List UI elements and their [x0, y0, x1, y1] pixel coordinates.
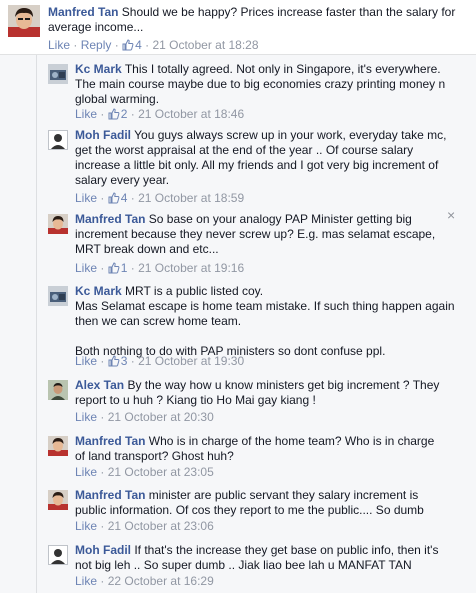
top-comment: Manfred Tan Should we be happy? Prices i… [0, 0, 476, 55]
reply-link[interactable]: Reply [81, 38, 112, 52]
like-count[interactable]: 1 [121, 261, 128, 275]
reply-text: Alex Tan By the way how u know ministers… [75, 378, 440, 407]
like-link[interactable]: Like [75, 261, 97, 275]
avatar-manfred-tan[interactable] [48, 436, 68, 456]
avatar-kc-mark[interactable] [48, 286, 68, 306]
comment-author[interactable]: Alex Tan [75, 378, 124, 392]
avatar-kc-mark[interactable] [48, 64, 68, 84]
comment-timestamp[interactable]: 21 October at 19:30 [138, 354, 244, 368]
like-link[interactable]: Like [75, 191, 97, 205]
comment-timestamp[interactable]: 21 October at 23:05 [108, 465, 214, 479]
comment-author[interactable]: Kc Mark [75, 284, 122, 298]
reply-text: Moh Fadil If that's the increase they ge… [75, 543, 439, 572]
like-count[interactable]: 2 [121, 107, 128, 121]
comment-author[interactable]: Manfred Tan [75, 212, 145, 226]
reply-text: Moh Fadil You guys always screw up in yo… [75, 128, 447, 187]
reply-text: Kc Mark MRT is a public listed coy. Mas … [75, 284, 455, 358]
comment-meta: Like · 1 · 21 October at 19:16 [75, 261, 245, 275]
comment-author[interactable]: Manfred Tan [48, 5, 118, 19]
reply-text: Manfred Tan So base on your analogy PAP … [75, 212, 436, 256]
avatar-manfred-tan[interactable] [8, 5, 40, 37]
avatar-alex-tan[interactable] [48, 380, 68, 400]
comment-meta: Like · 4 · 21 October at 18:59 [75, 191, 245, 205]
reply-text: Kc Mark This I totally agreed. Not only … [75, 62, 446, 106]
reply-text: Manfred Tan minister are public servant … [75, 488, 424, 517]
like-count[interactable]: 4 [121, 191, 128, 205]
comment-author[interactable]: Kc Mark [75, 62, 122, 76]
thumbs-up-icon[interactable] [108, 262, 120, 274]
comment-timestamp[interactable]: 21 October at 18:59 [138, 191, 244, 205]
like-link[interactable]: Like [75, 519, 97, 533]
like-link[interactable]: Like [75, 465, 97, 479]
like-link[interactable]: Like [75, 107, 97, 121]
comment-author[interactable]: Manfred Tan [75, 434, 145, 448]
like-link[interactable]: Like [75, 354, 97, 368]
comment-author[interactable]: Moh Fadil [75, 543, 131, 557]
comment-meta: Like · Reply · 4 · 21 October at 18:28 [48, 38, 259, 52]
like-count[interactable]: 3 [121, 354, 128, 368]
avatar-moh-fadil[interactable] [48, 545, 68, 565]
thumbs-up-icon[interactable] [122, 39, 134, 51]
thumbs-up-icon[interactable] [108, 192, 120, 204]
close-icon[interactable]: × [447, 208, 455, 222]
comment-timestamp[interactable]: 22 October at 16:29 [108, 574, 214, 588]
reply-text: Manfred Tan Who is in charge of the home… [75, 434, 435, 463]
like-link[interactable]: Like [75, 410, 97, 424]
like-link[interactable]: Like [75, 574, 97, 588]
comment-body-continued: average income... [48, 20, 144, 34]
avatar-manfred-tan[interactable] [48, 490, 68, 510]
comment-timestamp[interactable]: 21 October at 18:46 [138, 107, 244, 121]
comment-timestamp[interactable]: 21 October at 23:06 [108, 519, 214, 533]
thumbs-up-icon[interactable] [108, 355, 120, 367]
comment-body: Should we be happy? Prices increase fast… [121, 5, 456, 19]
comment-timestamp[interactable]: 21 October at 19:16 [138, 261, 244, 275]
comment-meta: Like · 21 October at 23:05 [75, 465, 214, 479]
comment-meta: Like · 21 October at 20:30 [75, 410, 214, 424]
comment-meta: Like · 2 · 21 October at 18:46 [75, 107, 245, 121]
like-count[interactable]: 4 [135, 38, 142, 52]
avatar-manfred-tan[interactable] [48, 214, 68, 234]
comment-author[interactable]: Manfred Tan [75, 488, 145, 502]
comment-meta: Like · 21 October at 23:06 [75, 519, 214, 533]
thumbs-up-icon[interactable] [108, 108, 120, 120]
comment-author[interactable]: Moh Fadil [75, 128, 131, 142]
like-link[interactable]: Like [48, 38, 70, 52]
comment-timestamp[interactable]: 21 October at 18:28 [152, 38, 258, 52]
avatar-moh-fadil[interactable] [48, 130, 68, 150]
comment-meta: Like · 22 October at 16:29 [75, 574, 214, 588]
comment-timestamp[interactable]: 21 October at 20:30 [108, 410, 214, 424]
comment-meta: Like · 3 · 21 October at 19:30 [75, 354, 245, 368]
top-comment-text: Manfred Tan Should we be happy? Prices i… [48, 5, 468, 35]
